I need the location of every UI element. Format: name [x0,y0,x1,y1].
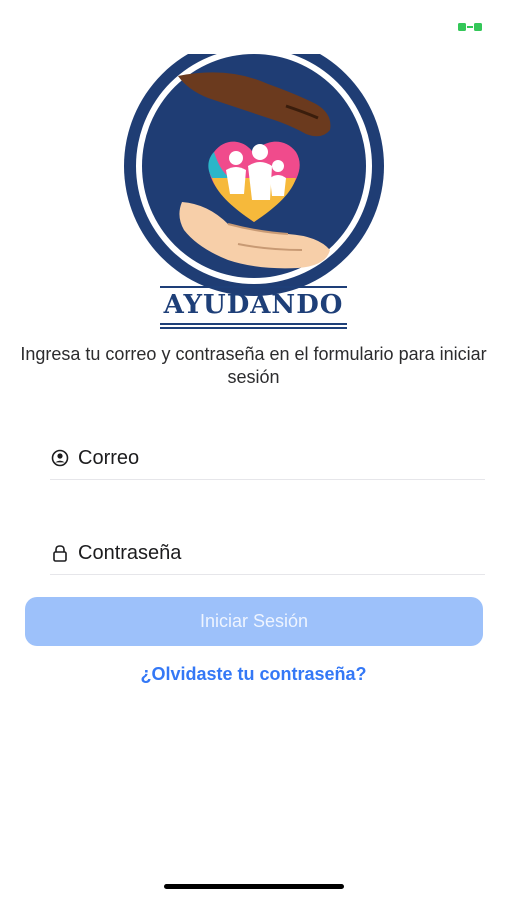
lock-icon [50,543,70,563]
brand-name: AYUDANDO [159,286,348,329]
home-indicator[interactable] [164,884,344,889]
login-button[interactable]: Iniciar Sesión [25,597,483,646]
status-indicator-icon [457,20,483,32]
forgot-password-link[interactable]: ¿Olvidaste tu contraseña? [0,664,507,685]
password-field[interactable] [50,532,485,575]
password-input[interactable] [78,541,468,565]
brand-wordmark: AYUDANDO [0,286,507,329]
email-input[interactable] [78,446,468,470]
user-circle-icon [50,448,70,468]
login-instructions: Ingresa tu correo y contraseña en el for… [20,344,487,387]
email-field[interactable] [50,437,485,480]
